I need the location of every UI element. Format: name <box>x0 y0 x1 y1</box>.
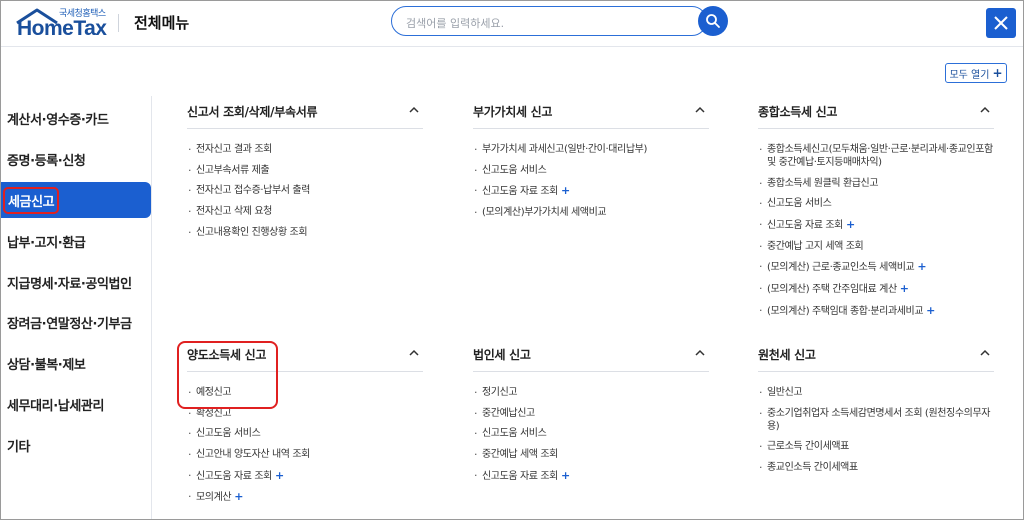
highlight-annotation <box>177 341 278 409</box>
menu-item[interactable]: (모의계산) 주택 간주임대료 계산+ <box>758 282 994 296</box>
sidebar-item-label: 장려금·연말정산·기부금 <box>7 316 132 332</box>
sidebar-item-label: 상담·불복·제보 <box>7 357 86 373</box>
menu-item[interactable]: 종합소득세신고(모두채움·일반·근로·분리과세·종교인포함 및 중간예납·토지등… <box>758 143 994 169</box>
panel-divider <box>473 371 709 372</box>
menu-item[interactable]: (모의계산) 근로·종교인소득 세액비교+ <box>758 260 994 274</box>
menu-item[interactable]: 중간예납 고지 세액 조회 <box>758 240 994 253</box>
header: 국세청홈택스 HomeTax 전체메뉴 검색어를 입력하세요. <box>1 1 1023 47</box>
panel-title: 부가가치세 신고 <box>473 105 553 119</box>
menu-list: 종합소득세신고(모두채움·일반·근로·분리과세·종교인포함 및 중간예납·토지등… <box>758 143 994 326</box>
menu-item[interactable]: 중소기업취업자 소득세감면명세서 조회 (원천징수의무자용) <box>758 407 994 433</box>
sidebar-item-incentives[interactable]: 장려금·연말정산·기부금 <box>1 304 151 340</box>
sidebar-item-payment[interactable]: 납부·고지·환급 <box>1 223 151 259</box>
panel-divider <box>758 371 994 372</box>
sidebar-item-label: 기타 <box>7 439 31 455</box>
hometax-logo[interactable]: 국세청홈택스 HomeTax <box>15 5 115 43</box>
menu-item[interactable]: (모의계산) 주택임대 종합·분리과세비교+ <box>758 304 994 318</box>
menu-item[interactable]: 전자신고 삭제 요청 <box>187 205 427 218</box>
menu-list: 정기신고 중간예납신고 신고도움 서비스 중간예납 세액 조회 신고도움 자료 … <box>473 386 713 490</box>
plus-icon: + <box>274 468 284 482</box>
sidebar-item-label: 계산서·영수증·카드 <box>7 112 109 128</box>
menu-item[interactable]: 중간예납 세액 조회 <box>473 448 713 461</box>
menu-list: 부가가치세 과세신고(일반·간이·대리납부) 신고도움 서비스 신고도움 자료 … <box>473 143 713 227</box>
sidebar-item-label: 세무대리·납세관리 <box>7 398 105 414</box>
plus-icon: + <box>560 468 570 482</box>
menu-item[interactable]: 부가가치세 과세신고(일반·간이·대리납부) <box>473 143 713 156</box>
close-button[interactable] <box>986 8 1016 38</box>
plus-icon: + <box>926 303 935 317</box>
plus-icon: + <box>917 260 927 274</box>
menu-item[interactable]: 정기신고 <box>473 386 713 399</box>
menu-item[interactable]: 신고도움 자료 조회+ <box>758 218 994 232</box>
menu-item[interactable]: 신고도움 서비스 <box>758 197 994 210</box>
logo-wordmark: HomeTax <box>17 17 107 40</box>
header-divider <box>118 14 119 32</box>
sidebar-item-label: 납부·고지·환급 <box>7 235 86 251</box>
menu-item[interactable]: 신고안내 양도자산 내역 조회 <box>187 448 427 461</box>
menu-item[interactable]: 일반신고 <box>758 386 994 399</box>
search-input[interactable]: 검색어를 입력하세요. <box>391 6 707 36</box>
menu-item[interactable]: 모의계산+ <box>187 490 427 504</box>
sidebar-item-label: 증명·등록·신청 <box>7 153 86 169</box>
menu-list: 일반신고 중소기업취업자 소득세감면명세서 조회 (원천징수의무자용) 근로소득… <box>758 386 994 482</box>
panel-title: 종합소득세 신고 <box>758 105 838 119</box>
sidebar-item-label: 세금신고 <box>3 186 60 214</box>
menu-item[interactable]: 근로소득 간이세액표 <box>758 440 994 453</box>
search-button[interactable] <box>698 6 728 36</box>
panel-divider <box>758 128 994 129</box>
panel-title: 법인세 신고 <box>473 348 531 362</box>
menu-item[interactable]: 신고내용확인 진행상황 조회 <box>187 226 427 239</box>
menu-item[interactable]: 신고도움 자료 조회+ <box>473 184 713 198</box>
menu-item[interactable]: 중간예납신고 <box>473 407 713 420</box>
sidebar-item-tax-agent[interactable]: 세무대리·납세관리 <box>1 386 151 422</box>
panel-title: 원천세 신고 <box>758 348 816 362</box>
plus-icon: + <box>560 184 570 198</box>
chevron-up-icon[interactable] <box>693 346 707 360</box>
sidebar-divider <box>151 96 152 519</box>
sidebar-item-etc[interactable]: 기타 <box>1 427 151 463</box>
plus-icon: + <box>899 282 909 296</box>
sidebar-item-certificates[interactable]: 증명·등록·신청 <box>1 141 151 177</box>
sidebar-item-invoice[interactable]: 계산서·영수증·카드 <box>1 100 151 136</box>
menu-item[interactable]: 종교인소득 간이세액표 <box>758 461 994 474</box>
plus-icon: + <box>992 66 1003 80</box>
expand-all-button[interactable]: 모두 열기 + <box>945 63 1007 83</box>
menu-item[interactable]: 신고도움 서비스 <box>473 427 713 440</box>
sidebar-item-label: 지급명세·자료·공익법인 <box>7 276 132 292</box>
panel-divider <box>473 128 709 129</box>
sidebar-item-tax-filing[interactable]: 세금신고 <box>1 182 151 218</box>
panel-title: 신고서 조회/삭제/부속서류 <box>187 105 318 119</box>
plus-icon: + <box>845 218 855 232</box>
chevron-up-icon[interactable] <box>693 103 707 117</box>
page-title: 전체메뉴 <box>134 14 190 32</box>
expand-all-label: 모두 열기 <box>949 69 990 81</box>
chevron-up-icon[interactable] <box>978 103 992 117</box>
sidebar: 계산서·영수증·카드 증명·등록·신청 세금신고 납부·고지·환급 지급명세·자… <box>1 96 151 519</box>
full-menu-page: 국세청홈택스 HomeTax 전체메뉴 검색어를 입력하세요. 모두 열기 + … <box>0 0 1024 520</box>
menu-item[interactable]: (모의계산)부가가치세 세액비교 <box>473 206 713 219</box>
search-icon <box>706 14 720 28</box>
chevron-up-icon[interactable] <box>978 346 992 360</box>
sidebar-item-payment-statement[interactable]: 지급명세·자료·공익법인 <box>1 264 151 300</box>
chevron-up-icon[interactable] <box>407 346 421 360</box>
panel-divider <box>187 128 423 129</box>
menu-item[interactable]: 전자신고 결과 조회 <box>187 143 427 156</box>
sidebar-item-consultation[interactable]: 상담·불복·제보 <box>1 345 151 381</box>
menu-item[interactable]: 신고도움 자료 조회+ <box>473 469 713 483</box>
close-icon <box>994 16 1008 30</box>
chevron-up-icon[interactable] <box>407 103 421 117</box>
menu-list: 전자신고 결과 조회 신고부속서류 제출 전자신고 접수증·납부서 출력 전자신… <box>187 143 427 246</box>
menu-item[interactable]: 신고부속서류 제출 <box>187 164 427 177</box>
menu-item[interactable]: 전자신고 접수증·납부서 출력 <box>187 184 427 197</box>
menu-item[interactable]: 종합소득세 원클릭 환급신고 <box>758 177 994 190</box>
menu-item[interactable]: 신고도움 서비스 <box>187 427 427 440</box>
menu-item[interactable]: 신고도움 자료 조회+ <box>187 469 427 483</box>
plus-icon: + <box>234 490 244 504</box>
menu-item[interactable]: 신고도움 서비스 <box>473 164 713 177</box>
